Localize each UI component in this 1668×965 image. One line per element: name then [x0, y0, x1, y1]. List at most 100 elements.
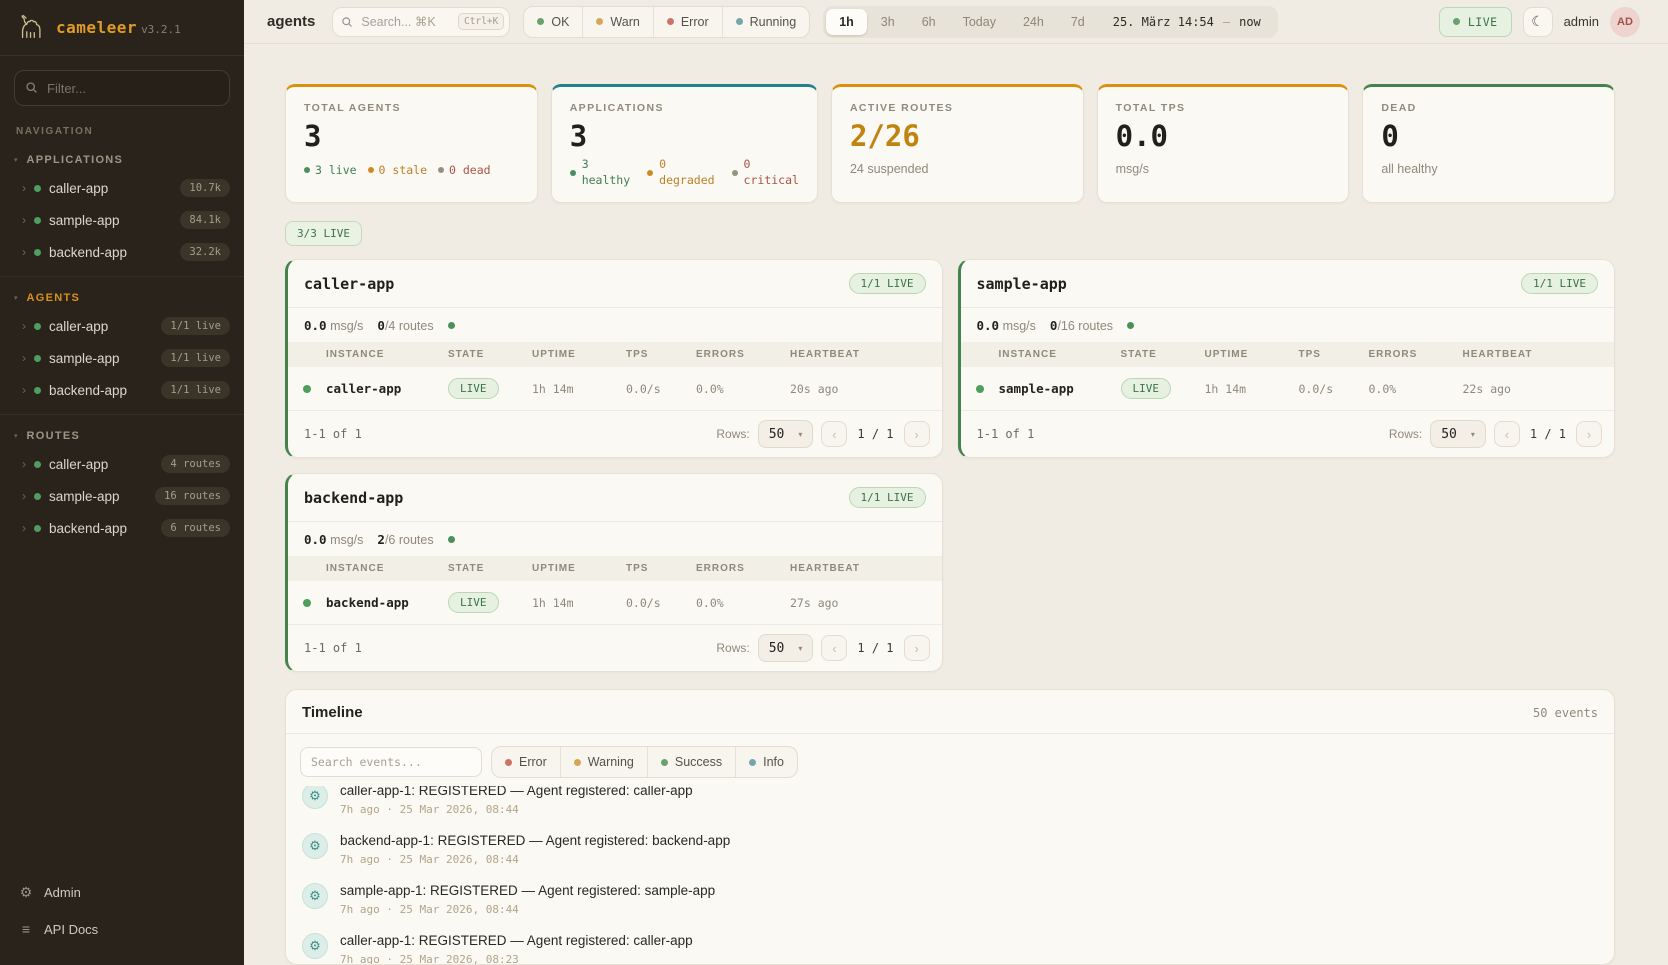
app-card-caller-app: caller-app 1/1 LIVE 0.0 msg/s 0/4 routes…	[285, 259, 943, 458]
filter-ok-button[interactable]: OK	[524, 7, 582, 37]
stat-card-total-tps: TOTAL TPS 0.0 msg/s	[1097, 84, 1350, 203]
filter-error-button[interactable]: Error	[653, 7, 722, 37]
chevron-right-icon: ›	[22, 352, 26, 364]
topbar-right: LIVE ☾ admin AD	[1439, 7, 1640, 37]
next-page-button[interactable]: ›	[1576, 421, 1602, 447]
topbar: agents Ctrl+K OK Warn Error Running 1h 3…	[244, 0, 1668, 44]
timeline-event[interactable]: ⚙ caller-app-1: REGISTERED — Agent regis…	[302, 925, 1598, 964]
chevron-down-icon: ▾	[798, 430, 802, 439]
theme-toggle-button[interactable]: ☾	[1523, 7, 1553, 37]
avatar[interactable]: AD	[1610, 7, 1640, 37]
col-instance: INSTANCE	[326, 349, 448, 360]
healthy-count: 3	[582, 157, 630, 173]
filter-label: Success	[675, 755, 722, 769]
filter-warn-button[interactable]: Warn	[582, 7, 652, 37]
stale-dot-icon	[368, 167, 374, 173]
running-dot-icon	[736, 18, 743, 25]
nav-group-label: APPLICATIONS	[27, 154, 124, 166]
cell-uptime: 1h 14m	[532, 382, 626, 396]
status-dot	[34, 217, 41, 224]
timeline-filter-warning[interactable]: Warning	[560, 747, 647, 777]
table-row[interactable]: caller-app LIVE 1h 14m 0.0/s 0.0% 20s ag…	[288, 367, 942, 411]
stat-breakdown: 3 live 0 stale 0 dead	[304, 163, 519, 177]
rows-per-page-select[interactable]: 50▾	[1430, 420, 1486, 448]
nav-group-header-agents[interactable]: ▾ AGENTS	[0, 285, 244, 310]
stat-sub: all healthy	[1381, 162, 1596, 176]
prev-page-button[interactable]: ‹	[821, 635, 847, 661]
breakdown-stale: 0 stale	[379, 163, 427, 177]
timeline-event[interactable]: ⚙ sample-app-1: REGISTERED — Agent regis…	[302, 875, 1598, 925]
timeline-search-input[interactable]	[300, 747, 482, 777]
timeline-filter-success[interactable]: Success	[647, 747, 735, 777]
stat-breakdown: 3healthy 0degraded 0critical	[570, 157, 799, 188]
rows-per-page-label: Rows:	[1389, 427, 1422, 441]
instances-table-header: INSTANCE STATE UPTIME TPS ERRORS HEARTBE…	[288, 342, 942, 367]
search-icon	[341, 16, 353, 28]
nav-group-label: AGENTS	[27, 292, 81, 304]
rows-per-page-select[interactable]: 50▾	[758, 634, 814, 662]
table-footer: 1-1 of 1 Rows: 50▾ ‹ 1 / 1 ›	[288, 625, 942, 671]
time-range-3h[interactable]: 3h	[868, 9, 908, 35]
chevron-right-icon: ›	[22, 522, 26, 534]
sidebar-item-agents-caller-app[interactable]: › caller-app 1/1 live	[0, 310, 244, 342]
timeline-event-list[interactable]: ⚙ caller-app-1: REGISTERED — Agent regis…	[286, 786, 1614, 964]
global-search: Ctrl+K	[332, 7, 510, 37]
app-tps-value: 0.0	[977, 318, 1000, 333]
time-range-6h[interactable]: 6h	[909, 9, 949, 35]
rows-per-page-label: Rows:	[716, 641, 749, 655]
timeline-filter-error[interactable]: Error	[492, 747, 560, 777]
pagination-range: 1-1 of 1	[304, 427, 362, 441]
sidebar-item-routes-caller-app[interactable]: › caller-app 4 routes	[0, 448, 244, 480]
degraded-count: 0	[659, 157, 714, 173]
table-footer: 1-1 of 1 Rows: 50▾ ‹ 1 / 1 ›	[288, 411, 942, 457]
nav-item-badge: 4 routes	[161, 455, 230, 473]
sidebar-item-applications-caller-app[interactable]: › caller-app 10.7k	[0, 172, 244, 204]
col-errors: ERRORS	[696, 563, 790, 574]
col-instance: INSTANCE	[999, 349, 1121, 360]
cell-heartbeat: 20s ago	[790, 382, 942, 396]
sidebar-link-admin[interactable]: ⚙ Admin	[16, 876, 228, 909]
prev-page-button[interactable]: ‹	[1494, 421, 1520, 447]
critical-count: 0	[744, 157, 799, 173]
time-range-today[interactable]: Today	[950, 9, 1009, 35]
time-range-24h[interactable]: 24h	[1010, 9, 1057, 35]
sidebar-item-agents-sample-app[interactable]: › sample-app 1/1 live	[0, 342, 244, 374]
healthy-label: healthy	[582, 173, 630, 189]
stat-value: 0	[1381, 122, 1596, 151]
stat-card-total-agents: TOTAL AGENTS 3 3 live 0 stale 0 dead	[285, 84, 538, 203]
app-routes-total: /4 routes	[385, 319, 434, 333]
chevron-left-icon: ‹	[1505, 427, 1509, 442]
chevron-right-icon: ›	[22, 182, 26, 194]
sidebar-filter-input[interactable]	[14, 70, 230, 106]
status-dot	[34, 249, 41, 256]
nav-item-badge: 6 routes	[161, 519, 230, 537]
timeline-filter-info[interactable]: Info	[735, 747, 797, 777]
sidebar-item-routes-backend-app[interactable]: › backend-app 6 routes	[0, 512, 244, 544]
sidebar-item-agents-backend-app[interactable]: › backend-app 1/1 live	[0, 374, 244, 406]
rows-per-page-select[interactable]: 50▾	[758, 420, 814, 448]
status-dot	[34, 323, 41, 330]
next-page-button[interactable]: ›	[904, 421, 930, 447]
event-title: sample-app-1: REGISTERED — Agent registe…	[340, 883, 715, 898]
nav-group-header-applications[interactable]: ▾ APPLICATIONS	[0, 147, 244, 172]
prev-page-button[interactable]: ‹	[821, 421, 847, 447]
filter-running-button[interactable]: Running	[722, 7, 810, 37]
stat-value: 3	[304, 122, 519, 151]
sidebar-item-routes-sample-app[interactable]: › sample-app 16 routes	[0, 480, 244, 512]
timeline-event[interactable]: ⚙ backend-app-1: REGISTERED — Agent regi…	[302, 825, 1598, 875]
nav-group-header-routes[interactable]: ▾ ROUTES	[0, 423, 244, 448]
time-range-1h[interactable]: 1h	[826, 9, 867, 35]
table-row[interactable]: sample-app LIVE 1h 14m 0.0/s 0.0% 22s ag…	[961, 367, 1615, 411]
sidebar-link-api-docs[interactable]: ≡ API Docs	[16, 913, 228, 945]
timeline-event[interactable]: ⚙ caller-app-1: REGISTERED — Agent regis…	[302, 786, 1598, 825]
table-row[interactable]: backend-app LIVE 1h 14m 0.0/s 0.0% 27s a…	[288, 581, 942, 625]
next-page-button[interactable]: ›	[904, 635, 930, 661]
time-range-7d[interactable]: 7d	[1058, 9, 1098, 35]
nav-item-label: sample-app	[49, 213, 120, 228]
status-dot	[976, 385, 984, 393]
sidebar-item-applications-backend-app[interactable]: › backend-app 32.2k	[0, 236, 244, 268]
app-routes-active: 0	[377, 318, 385, 333]
chevron-down-icon: ▾	[798, 644, 802, 653]
app-tps-unit: msg/s	[1003, 319, 1036, 333]
sidebar-item-applications-sample-app[interactable]: › sample-app 84.1k	[0, 204, 244, 236]
